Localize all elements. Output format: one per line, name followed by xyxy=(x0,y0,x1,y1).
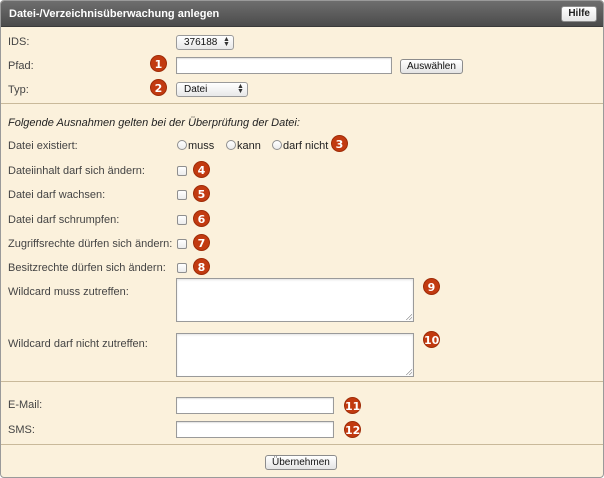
badge-2: 2 xyxy=(150,79,167,96)
badge-1: 1 xyxy=(150,55,167,72)
wildcard-nomatch-textarea[interactable] xyxy=(176,333,414,377)
ids-select-value: 376188 xyxy=(184,37,218,48)
exceptions-heading: Folgende Ausnahmen gelten bei der Überpr… xyxy=(8,117,300,129)
badge-4: 4 xyxy=(193,161,210,178)
ids-label: IDS: xyxy=(8,36,30,48)
select-arrows-icon: ▲ ▼ xyxy=(237,83,244,95)
exists-option-darf-nicht: darf nicht xyxy=(283,140,329,152)
exists-radio-kann[interactable] xyxy=(226,140,236,150)
badge-12: 12 xyxy=(344,421,361,438)
exists-label: Datei existiert: xyxy=(8,140,78,152)
notification-section: E-Mail: 11 SMS: 12 xyxy=(1,383,603,445)
form-panel: Datei-/Verzeichnisüberwachung anlegen Hi… xyxy=(0,0,604,478)
basic-settings-section: IDS: 376188 ▲ ▼ Pfad: 1 Auswählen Typ: 2 … xyxy=(1,28,603,104)
path-input[interactable] xyxy=(176,57,392,74)
type-select-value: Datei xyxy=(184,84,208,95)
sms-input[interactable] xyxy=(176,421,334,438)
badge-8: 8 xyxy=(193,258,210,275)
badge-3: 3 xyxy=(331,135,348,152)
select-arrows-icon: ▲ ▼ xyxy=(223,36,230,48)
type-label: Typ: xyxy=(8,84,29,96)
badge-10: 10 xyxy=(423,331,440,348)
panel-title: Datei-/Verzeichnisüberwachung anlegen xyxy=(9,8,220,20)
access-rights-label: Zugriffsrechte dürfen sich ändern: xyxy=(8,238,173,250)
badge-6: 6 xyxy=(193,210,210,227)
badge-7: 7 xyxy=(193,234,210,251)
wildcard-match-textarea[interactable] xyxy=(176,278,414,322)
email-label: E-Mail: xyxy=(8,399,43,411)
grow-label: Datei darf wachsen: xyxy=(8,189,106,201)
email-input[interactable] xyxy=(176,397,334,414)
access-rights-checkbox[interactable] xyxy=(177,239,187,249)
exists-option-kann: kann xyxy=(237,140,261,152)
badge-9: 9 xyxy=(423,278,440,295)
badge-5: 5 xyxy=(193,185,210,202)
help-button[interactable]: Hilfe xyxy=(561,6,597,22)
select-path-button[interactable]: Auswählen xyxy=(400,59,463,74)
exists-option-muss: muss xyxy=(188,140,215,152)
path-label: Pfad: xyxy=(8,60,34,72)
resize-grip-icon[interactable] xyxy=(405,313,412,320)
submit-button[interactable]: Übernehmen xyxy=(265,455,337,470)
grow-checkbox[interactable] xyxy=(177,190,187,200)
title-bar: Datei-/Verzeichnisüberwachung anlegen Hi… xyxy=(1,1,603,27)
sms-label: SMS: xyxy=(8,424,35,436)
wildcard-nomatch-label: Wildcard darf nicht zutreffen: xyxy=(8,338,148,350)
shrink-checkbox[interactable] xyxy=(177,215,187,225)
exists-radio-muss[interactable] xyxy=(177,140,187,150)
resize-grip-icon[interactable] xyxy=(405,368,412,375)
shrink-label: Datei darf schrumpfen: xyxy=(8,214,120,226)
footer-section: Übernehmen xyxy=(1,446,603,477)
content-change-label: Dateiinhalt darf sich ändern: xyxy=(8,165,145,177)
badge-11: 11 xyxy=(344,397,361,414)
wildcard-match-label: Wildcard muss zutreffen: xyxy=(8,286,129,298)
type-select[interactable]: Datei ▲ ▼ xyxy=(176,82,248,97)
ids-select[interactable]: 376188 ▲ ▼ xyxy=(176,35,234,50)
exists-radio-darf-nicht[interactable] xyxy=(272,140,282,150)
content-change-checkbox[interactable] xyxy=(177,166,187,176)
owner-rights-label: Besitzrechte dürfen sich ändern: xyxy=(8,262,166,274)
owner-rights-checkbox[interactable] xyxy=(177,263,187,273)
exceptions-section: Folgende Ausnahmen gelten bei der Überpr… xyxy=(1,105,603,382)
